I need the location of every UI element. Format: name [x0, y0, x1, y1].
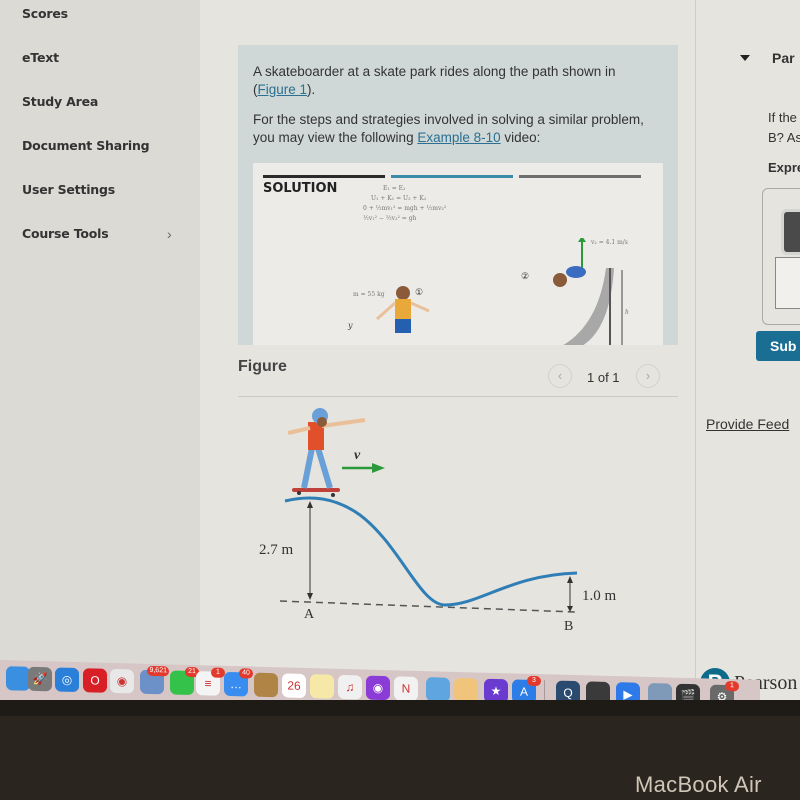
answer-input[interactable]: [775, 257, 800, 309]
question-line-1: If the: [768, 110, 797, 125]
notification-badge: 1: [211, 667, 225, 678]
math-template-button[interactable]: [781, 209, 800, 255]
course-sidebar: Scores eText Study Area Document Sharing…: [0, 0, 200, 700]
sidebar-item-study-area[interactable]: Study Area: [22, 94, 98, 109]
previous-figure-button[interactable]: ‹: [548, 364, 572, 388]
calendar-icon[interactable]: 26: [282, 673, 306, 699]
image-capture-icon[interactable]: [648, 682, 672, 700]
preview-icon[interactable]: 9,621: [140, 665, 169, 695]
reminders-icon[interactable]: ≡ 1: [196, 667, 225, 696]
sidebar-item-document-sharing[interactable]: Document Sharing: [22, 138, 150, 153]
figure-page-indicator: 1 of 1: [587, 370, 620, 385]
imovie-icon[interactable]: ★: [484, 678, 508, 700]
launchpad-icon[interactable]: 🚀: [28, 666, 52, 692]
answer-container: [762, 188, 800, 325]
intro-text: A skateboarder at a skate park rides alo…: [253, 64, 616, 79]
browser-viewport: Scores eText Study Area Document Sharing…: [0, 0, 800, 700]
sidebar-item-course-tools[interactable]: Course Tools: [22, 226, 109, 241]
safari-icon[interactable]: ◎: [55, 667, 79, 693]
figure-title: Figure: [238, 358, 287, 375]
photo-booth-icon[interactable]: [586, 681, 610, 700]
final-cut-icon[interactable]: 🎬: [676, 683, 700, 700]
skater-1-illustration: [376, 286, 430, 333]
app-store-icon[interactable]: A3: [512, 675, 541, 700]
equation-2: U₁ + K₁ = U₂ + K₂: [371, 195, 427, 202]
notification-badge: 3: [527, 675, 541, 687]
pages-icon[interactable]: [454, 677, 478, 700]
y-axis-label: y: [348, 321, 353, 330]
news-icon[interactable]: N: [394, 676, 418, 700]
problem-intro: A skateboarder at a skate park rides alo…: [253, 63, 663, 99]
zoom-icon[interactable]: ▶: [616, 682, 640, 700]
chrome-icon[interactable]: ◉: [110, 668, 134, 694]
reference-line: [279, 600, 576, 613]
velocity-label: v₂ = 4.1 m/s: [591, 239, 628, 246]
figure-header: Figure ‹ 1 of 1 ›: [238, 352, 678, 397]
dock-separator: [544, 680, 545, 700]
podcasts-icon[interactable]: ◉: [366, 675, 390, 700]
express-instruction: Expre: [768, 160, 800, 175]
figure-1-link[interactable]: Figure 1: [258, 82, 308, 97]
collapse-caret-icon[interactable]: [740, 55, 750, 61]
sidebar-item-user-settings[interactable]: User Settings: [22, 182, 115, 197]
notification-badge: 9,621: [147, 665, 169, 677]
equation-4: ½v₁² − ½v₂² = gh: [363, 215, 417, 222]
video-progress-segment-1: [263, 175, 385, 178]
ramp-illustration: [553, 238, 623, 345]
submit-button[interactable]: Sub: [756, 331, 800, 361]
strategy-text: For the steps and strategies involved in…: [253, 111, 663, 147]
facetime-icon[interactable]: 21: [170, 666, 199, 696]
chevron-right-icon[interactable]: ›: [167, 226, 172, 242]
height-label: h: [625, 309, 629, 316]
video-progress-segment-3: [519, 175, 641, 178]
notification-badge: 1: [725, 680, 739, 692]
height-b-label: 1.0 m: [582, 588, 617, 604]
system-preferences-icon[interactable]: ⚙ 1: [710, 680, 739, 700]
skate-path-figure: 2.7 m 1.0 m A B v: [240, 400, 680, 650]
part-panel: Par If the B? As Expre Sub Provide Feed: [696, 0, 800, 700]
keynote-icon[interactable]: [426, 677, 450, 700]
solution-label: SOLUTION: [263, 181, 338, 196]
question-line-2: B? As: [768, 130, 800, 145]
messages-icon[interactable]: … 40: [224, 668, 253, 697]
height-a-label: 2.7 m: [259, 542, 294, 558]
part-label[interactable]: Par: [772, 50, 795, 66]
problem-statement: A skateboarder at a skate park rides alo…: [238, 45, 678, 345]
notes-icon[interactable]: [310, 674, 334, 699]
equation-1: E₁ = E₂: [383, 185, 406, 192]
point-2-marker: ②: [521, 271, 530, 281]
skate-track: [284, 496, 578, 607]
paren-close: ).: [307, 82, 316, 97]
finder-icon[interactable]: [6, 666, 30, 691]
point-a-label: A: [304, 607, 315, 622]
music-icon[interactable]: ♫: [338, 674, 362, 700]
sidebar-item-scores[interactable]: Scores: [22, 6, 68, 21]
quicktime-icon[interactable]: Q: [556, 680, 580, 700]
velocity-symbol: v: [354, 448, 361, 463]
macbook-label: MacBook Air: [635, 772, 762, 797]
equation-3: 0 + ½mv₁² = mgh + ½mv₂²: [363, 205, 447, 212]
video-progress-segment-2: [391, 175, 513, 178]
example-8-10-link[interactable]: Example 8-10: [417, 130, 500, 145]
provide-feedback-link[interactable]: Provide Feed: [706, 416, 789, 432]
next-figure-button[interactable]: ›: [636, 364, 660, 388]
problem-content: A skateboarder at a skate park rides alo…: [200, 0, 696, 700]
contacts-icon[interactable]: [254, 672, 278, 698]
example-video-player[interactable]: SOLUTION E₁ = E₂ U₁ + K₁ = U₂ + K₂ 0 + ½…: [253, 163, 663, 345]
opera-icon[interactable]: O: [83, 668, 107, 693]
sidebar-item-etext[interactable]: eText: [22, 50, 59, 65]
point-b-label: B: [564, 619, 574, 634]
notification-badge: 40: [239, 668, 253, 679]
strategy-suffix: video:: [504, 130, 541, 145]
